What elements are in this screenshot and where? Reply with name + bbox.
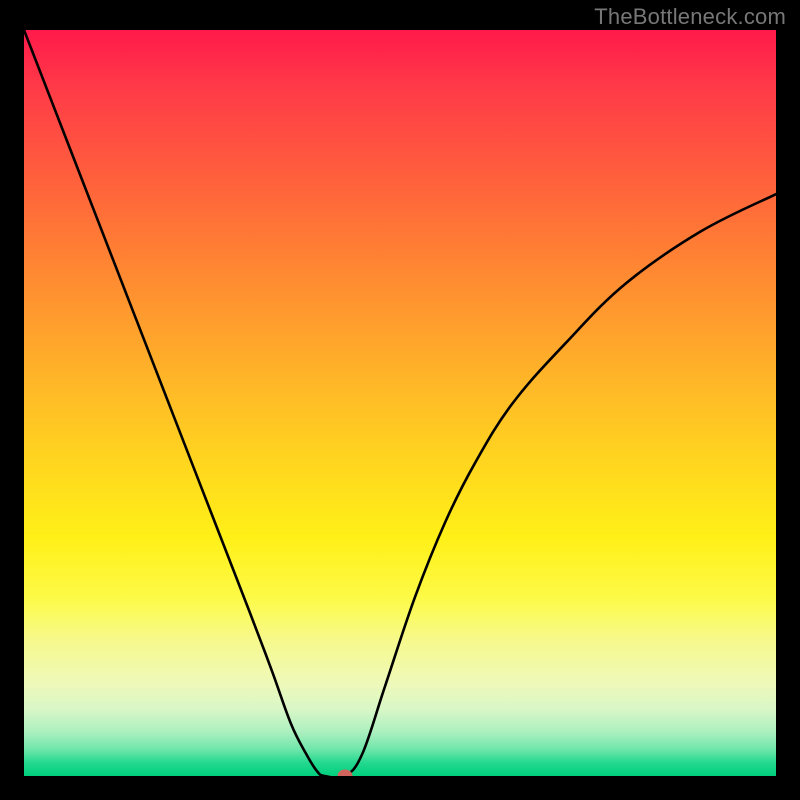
marker-dot (338, 770, 353, 777)
plot-area (24, 30, 776, 776)
bottleneck-curve (24, 30, 776, 776)
chart-frame: TheBottleneck.com (0, 0, 800, 800)
watermark-text: TheBottleneck.com (594, 4, 786, 30)
